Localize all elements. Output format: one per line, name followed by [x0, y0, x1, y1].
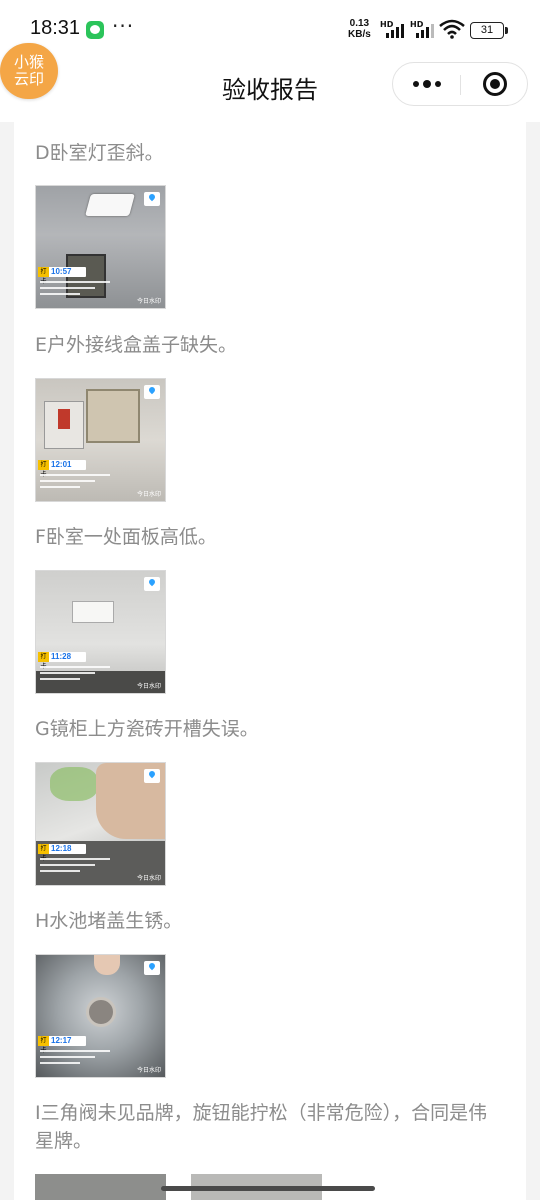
close-target-icon[interactable] [483, 72, 507, 96]
issue-photo-g[interactable]: 打卡 12:18 今日水印 [35, 762, 166, 886]
location-pin-icon [144, 577, 160, 591]
battery-icon: 31 [470, 22, 508, 39]
network-speed: 0.13 KB/s [348, 18, 371, 40]
issue-photo-f[interactable]: 打卡 11:28 今日水印 [35, 570, 166, 694]
battery-level: 31 [480, 24, 494, 36]
more-dot-icon [412, 81, 419, 87]
watermark-info-lines [40, 474, 110, 492]
watermark-tag: 打卡 [38, 267, 49, 285]
issue-photo-e[interactable]: 打卡 12:01 今日水印 [35, 378, 166, 502]
watermark-brand: 今日水印 [136, 1067, 161, 1074]
watermark-brand: 今日水印 [136, 491, 161, 498]
issue-photo-h[interactable]: 打卡 12:17 今日水印 [35, 954, 166, 1078]
watermark-brand: 今日水印 [136, 875, 161, 882]
watermark-badge: 打卡 12:18 [38, 844, 86, 862]
issue-text-e: E户外接线盒盖子缺失。 [35, 334, 238, 356]
watermark-time: 12:17 [51, 1036, 72, 1045]
location-pin-icon [144, 961, 160, 975]
watermark-info-lines [40, 666, 110, 684]
watermark-badge: 打卡 12:01 [38, 460, 86, 478]
mini-program-header: 小猴 云印 验收报告 [0, 43, 540, 122]
wechat-notification-icon [86, 21, 104, 39]
watermark-time: 10:57 [51, 267, 72, 276]
issue-text-g: G镜柜上方瓷砖开槽失误。 [35, 718, 259, 740]
watermark-info-lines [40, 281, 110, 299]
report-content[interactable]: D卧室灯歪斜。 打卡 10:57 今日水印 E户外接线盒盖子缺失。 打卡 12:… [14, 122, 526, 1200]
signal-2-icon: HD [410, 20, 438, 38]
watermark-info-lines [40, 1050, 110, 1068]
issue-photo-i-1[interactable] [35, 1174, 166, 1200]
location-pin-icon [144, 769, 160, 783]
watermark-badge: 打卡 11:28 [38, 652, 86, 670]
watermark-brand: 今日水印 [136, 683, 161, 690]
watermark-tag: 打卡 [38, 460, 49, 478]
status-time: 18:31 [30, 17, 81, 39]
more-dot-icon [434, 81, 441, 87]
capsule-divider [460, 75, 461, 95]
watermark-tag: 打卡 [38, 1036, 49, 1054]
issue-text-i: I三角阀未见品牌，旋钮能拧松（非常危险），合同是伟星牌。 [35, 1102, 488, 1152]
issue-photo-d[interactable]: 打卡 10:57 今日水印 [35, 185, 166, 309]
status-bar: 18:31 ··· 0.13 KB/s HD HD 31 [0, 0, 540, 60]
watermark-time: 12:18 [51, 844, 72, 853]
issue-text-f: F卧室一处面板高低。 [35, 526, 217, 548]
issue-text-h: H水池堵盖生锈。 [35, 910, 183, 932]
more-notifications-icon: ··· [112, 14, 135, 38]
wifi-icon [439, 19, 465, 39]
mini-program-capsule [392, 62, 528, 106]
watermark-badge: 打卡 12:17 [38, 1036, 86, 1054]
network-speed-unit: KB/s [348, 29, 371, 40]
home-indicator[interactable] [161, 1186, 375, 1191]
location-pin-icon [144, 385, 160, 399]
more-button[interactable] [393, 63, 460, 105]
watermark-time: 12:01 [51, 460, 72, 469]
watermark-tag: 打卡 [38, 844, 49, 862]
logo-line-1: 小猴 [13, 53, 44, 71]
watermark-time: 11:28 [51, 652, 72, 661]
watermark-brand: 今日水印 [136, 298, 161, 305]
watermark-tag: 打卡 [38, 652, 49, 670]
watermark-badge: 打卡 10:57 [38, 267, 86, 285]
signal-1-icon: HD [380, 20, 408, 38]
watermark-info-lines [40, 858, 110, 876]
more-dot-icon [422, 80, 431, 88]
issue-text-d: D卧室灯歪斜。 [35, 142, 164, 164]
location-pin-icon [144, 192, 160, 206]
network-speed-value: 0.13 [349, 18, 370, 29]
